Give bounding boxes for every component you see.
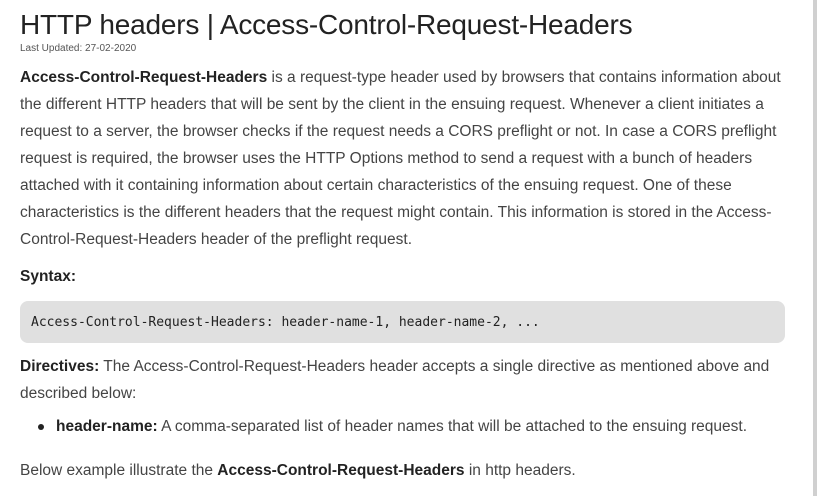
directives-text: The Access-Control-Request-Headers heade… — [20, 358, 770, 402]
intro-header-name: Access-Control-Request-Headers — [20, 69, 268, 86]
bullet-icon — [38, 424, 44, 430]
example-intro-paragraph: Below example illustrate the Access-Cont… — [20, 459, 785, 483]
intro-text: is a request-type header used by browser… — [20, 69, 781, 248]
directive-item-text: header-name: A comma-separated list of h… — [56, 415, 747, 439]
page-title: HTTP headers | Access-Control-Request-He… — [20, 9, 633, 40]
example-header-name: Access-Control-Request-Headers — [217, 462, 465, 479]
example-prefix: Below example illustrate the — [20, 462, 218, 479]
intro-paragraph: Access-Control-Request-Headers is a requ… — [20, 64, 785, 253]
syntax-code-block: Access-Control-Request-Headers: header-n… — [20, 301, 785, 343]
list-item: header-name: A comma-separated list of h… — [20, 415, 785, 439]
example-suffix: in http headers. — [464, 462, 576, 479]
directive-name: header-name: — [56, 418, 158, 435]
syntax-code-text: Access-Control-Request-Headers: header-n… — [31, 314, 540, 330]
directives-heading: Directives: — [20, 358, 100, 375]
directive-list: header-name: A comma-separated list of h… — [20, 415, 785, 439]
page-scrollbar[interactable] — [813, 0, 817, 496]
syntax-heading: Syntax: — [20, 268, 76, 285]
last-updated-date: Last Updated: 27-02-2020 — [20, 43, 137, 54]
directives-paragraph: Directives: The Access-Control-Request-H… — [20, 353, 785, 407]
article-content: HTTP headers | Access-Control-Request-He… — [20, 0, 785, 483]
directive-description: A comma-separated list of header names t… — [157, 418, 748, 435]
